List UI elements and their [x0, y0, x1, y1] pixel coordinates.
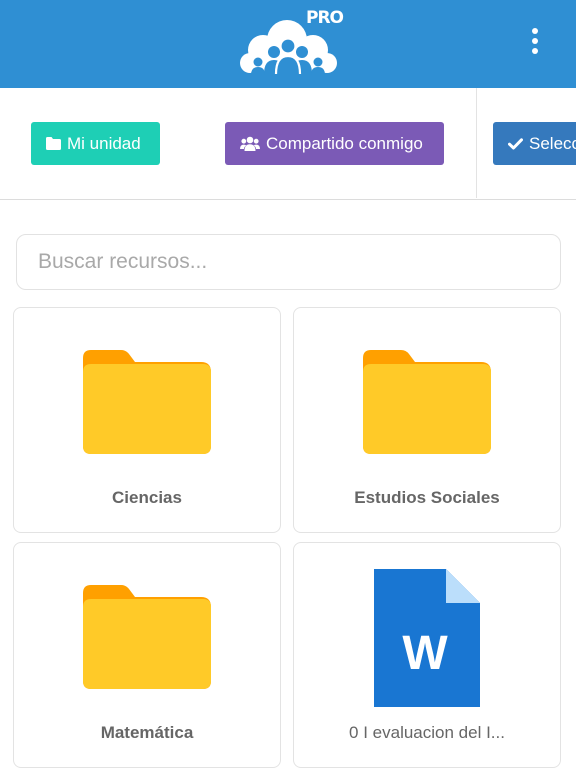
search-box — [16, 234, 561, 290]
folder-icon — [294, 350, 560, 456]
word-badge: W — [402, 627, 448, 680]
search-input[interactable] — [17, 235, 560, 289]
select-label: Selecc — [529, 134, 576, 153]
users-icon — [240, 136, 260, 151]
folder-icon — [14, 585, 280, 691]
app-header: PRO — [0, 0, 576, 88]
resource-name: Ciencias — [112, 488, 182, 507]
check-icon — [508, 137, 523, 150]
my-drive-button[interactable]: Mi unidad — [31, 122, 160, 165]
select-button[interactable]: Selecc — [493, 122, 576, 165]
resource-name: Matemática — [100, 723, 194, 742]
resource-card[interactable]: Estudios Sociales — [293, 307, 561, 533]
shared-with-me-label: Compartido conmigo — [266, 134, 423, 153]
cloud-people-logo[interactable]: PRO — [236, 8, 344, 80]
shared-with-me-button[interactable]: Compartido conmigo — [225, 122, 444, 165]
my-drive-label: Mi unidad — [67, 134, 141, 153]
folder-icon — [14, 350, 280, 456]
resource-card[interactable]: Matemática — [13, 542, 281, 768]
logo-pro-badge: PRO — [306, 8, 344, 28]
kebab-menu-icon[interactable] — [522, 24, 548, 58]
folder-icon — [46, 137, 61, 150]
resource-card[interactable]: Ciencias — [13, 307, 281, 533]
resource-card[interactable]: W 0 I evaluacion del I... — [293, 542, 561, 768]
resource-name: Estudios Sociales — [354, 488, 500, 507]
drive-toolbar: Mi unidad Compartido conmigo Selecc — [0, 88, 576, 200]
resource-name: 0 I evaluacion del I... — [349, 723, 505, 742]
word-document-icon: W — [294, 569, 560, 707]
toolbar-divider — [476, 88, 477, 198]
